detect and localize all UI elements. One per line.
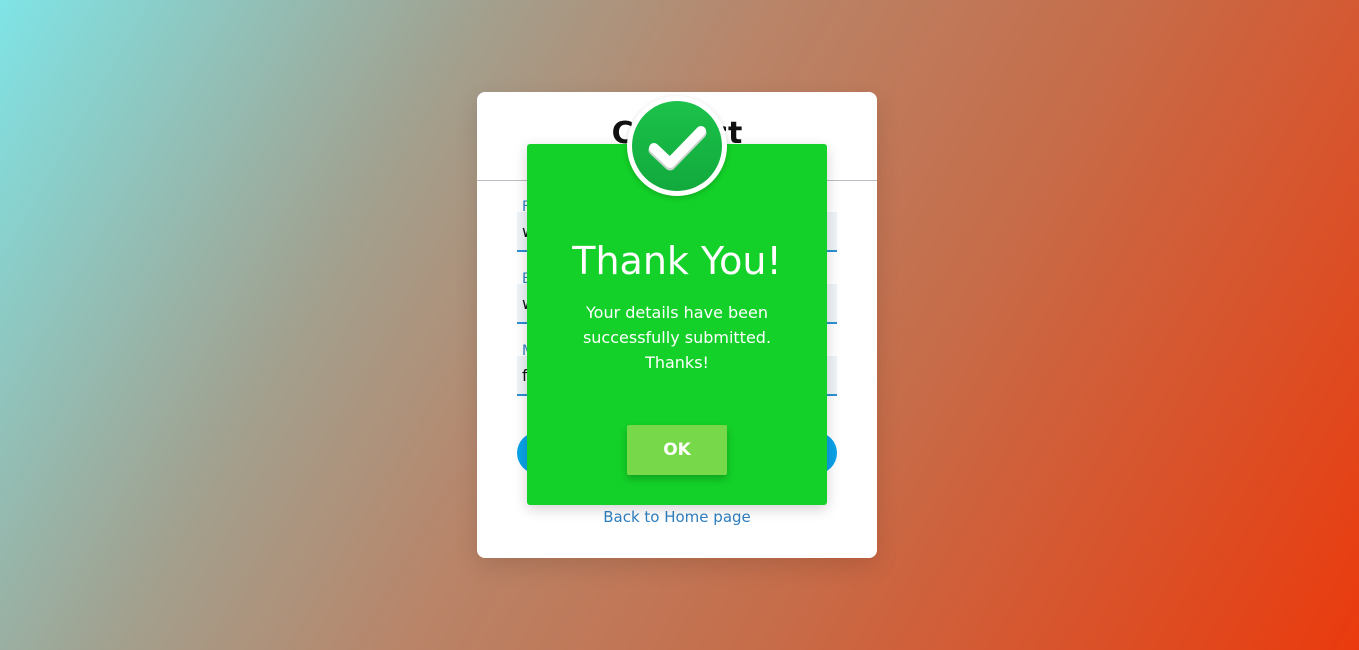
thank-you-popup: Thank You! Your details have been succes… [527, 144, 827, 505]
back-to-home-link[interactable]: Back to Home page [477, 507, 877, 527]
ok-button[interactable]: OK [627, 425, 727, 475]
check-circle-icon [627, 96, 727, 196]
popup-title: Thank You! [572, 239, 782, 283]
popup-message: Your details have been successfully subm… [582, 303, 772, 372]
